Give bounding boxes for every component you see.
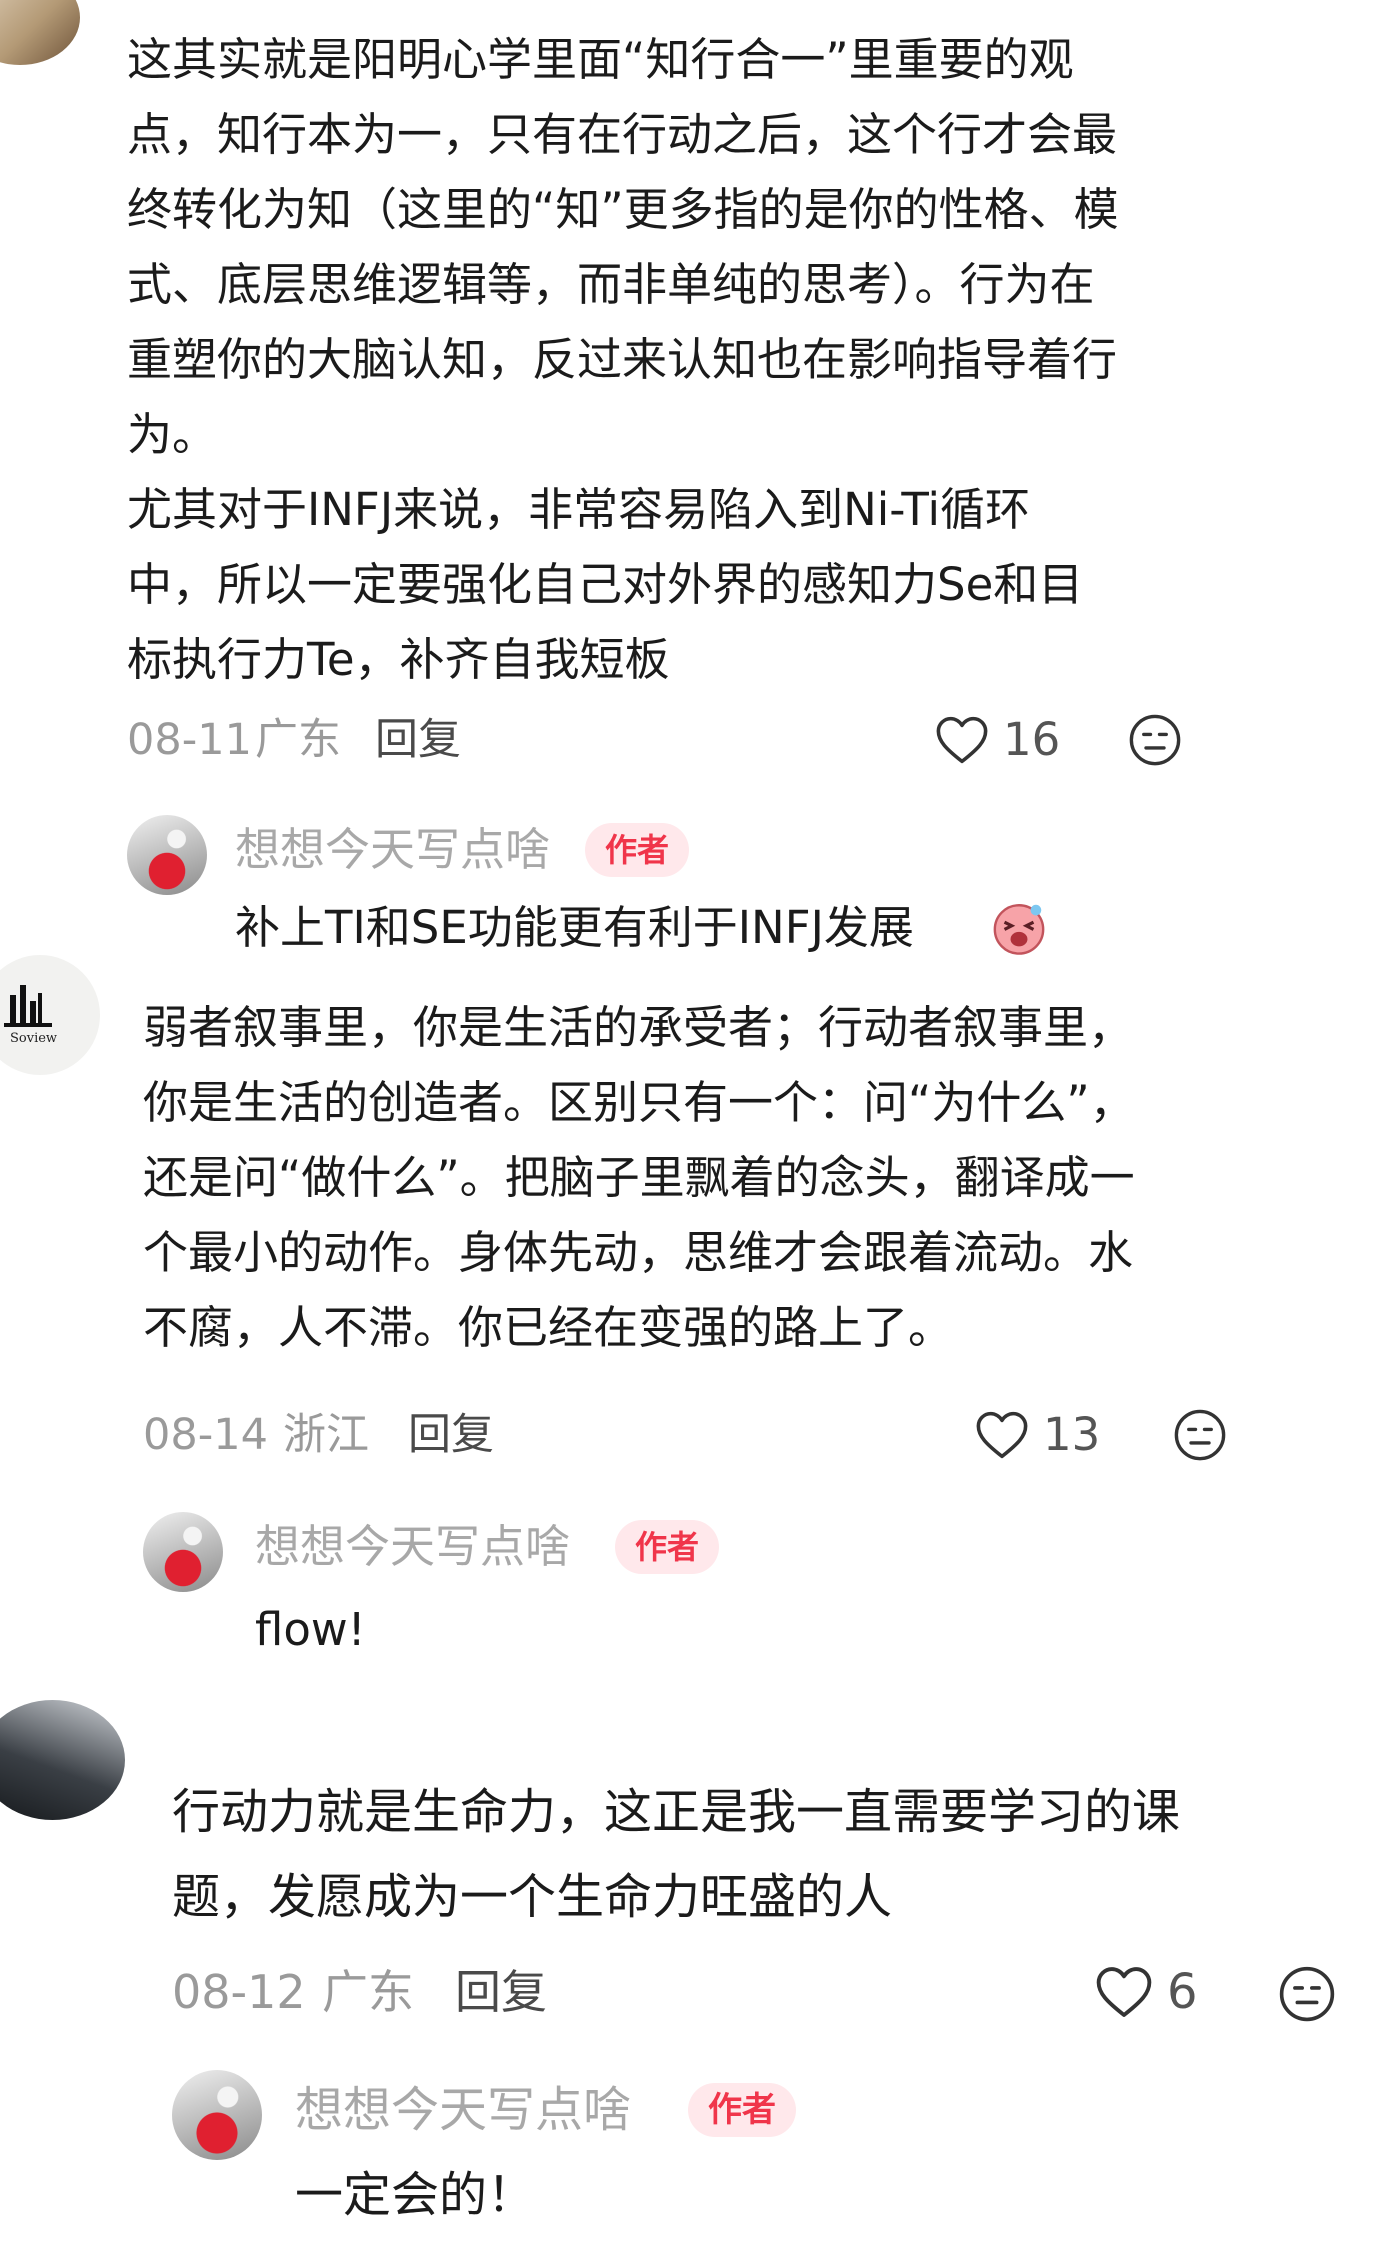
commenter-avatar[interactable] — [0, 0, 80, 65]
comment-text-line: 标执行力Te，补齐自我短板 — [127, 633, 670, 686]
comment-text-line: 点，知行本为一，只有在行动之后，这个行才会最 — [127, 108, 1118, 161]
comment-text-line: 尤其对于INFJ来说，非常容易陷入到Ni-Ti循环 — [127, 483, 1030, 536]
like-count: 6 — [1167, 1964, 1198, 2020]
comment-location: 浙江 — [283, 1410, 369, 1460]
avatar-logo-text: Soview — [10, 1031, 58, 1046]
comment-location: 广东 — [255, 715, 341, 765]
like-count: 16 — [1003, 713, 1061, 766]
reply-button[interactable]: 回复 — [375, 710, 461, 770]
neutral-face-icon[interactable] — [1173, 1408, 1227, 1462]
author-badge: 作者 — [585, 823, 690, 877]
author-avatar[interactable] — [172, 2070, 262, 2160]
comment-date: 08-14 — [143, 1410, 268, 1460]
comment-text-line: 题，发愿成为一个生命力旺盛的人 — [172, 1869, 893, 1925]
author-badge: 作者 — [615, 1520, 720, 1574]
reply-button[interactable]: 回复 — [455, 1962, 547, 2022]
comment-text-line: 终转化为知（这里的“知”更多指的是你的性格、模 — [127, 183, 1119, 236]
laughing-face-emoji-icon — [993, 904, 1045, 955]
author-name[interactable]: 想想今天写点啥 — [235, 820, 550, 880]
comment-text-line: 中，所以一定要强化自己对外界的感知力Se和目 — [127, 558, 1084, 611]
author-reply-text: flow! — [255, 1603, 366, 1656]
like-button[interactable]: 13 — [975, 1405, 1100, 1465]
comment-text-line: 这其实就是阳明心学里面“知行合一”里重要的观 — [127, 33, 1074, 86]
neutral-face-icon[interactable] — [1278, 1965, 1336, 2023]
comment-text-line: 行动力就是生命力，这正是我一直需要学习的课 — [172, 1784, 1181, 1840]
author-reply-text: 一定会的！ — [295, 2167, 536, 2223]
author-name[interactable]: 想想今天写点啥 — [295, 2080, 631, 2140]
comment-text-line: 不腐，人不滞。你已经在变强的路上了。 — [143, 1301, 954, 1354]
reply-button[interactable]: 回复 — [408, 1405, 494, 1465]
comment-text-line: 个最小的动作。身体先动，思维才会跟着流动。水 — [143, 1226, 1134, 1279]
author-avatar[interactable] — [143, 1512, 223, 1592]
comment-text-line: 弱者叙事里，你是生活的承受者；行动者叙事里， — [143, 1001, 1134, 1054]
comment-text-line: 你是生活的创造者。区别只有一个：问“为什么”， — [143, 1076, 1135, 1129]
comment-text-line: 式、底层思维逻辑等，而非单纯的思考）。行为在 — [127, 258, 1095, 311]
author-avatar[interactable] — [127, 815, 207, 895]
like-button[interactable]: 6 — [1095, 1962, 1198, 2022]
neutral-face-icon[interactable] — [1128, 713, 1182, 767]
comment-date: 08-11 — [127, 715, 252, 765]
heart-outline-icon — [1096, 1967, 1152, 2017]
like-button[interactable]: 16 — [935, 710, 1060, 770]
author-reply-text: 补上TI和SE功能更有利于INFJ发展 — [235, 901, 914, 954]
comment-text-line: 为。 — [127, 408, 218, 461]
comment-text-line: 还是问“做什么”。把脑子里飘着的念头，翻译成一 — [143, 1151, 1135, 1204]
author-name[interactable]: 想想今天写点啥 — [255, 1517, 570, 1577]
author-badge: 作者 — [688, 2083, 796, 2137]
heart-outline-icon — [936, 716, 988, 764]
commenter-avatar[interactable] — [0, 1700, 125, 1820]
like-count: 13 — [1043, 1408, 1101, 1461]
commenter-avatar[interactable]: Soview — [0, 955, 100, 1075]
comment-date: 08-12 — [172, 1965, 306, 2019]
heart-outline-icon — [976, 1411, 1028, 1459]
comment-location: 广东 — [322, 1965, 414, 2019]
logo-icon — [4, 985, 52, 1027]
comment-text-line: 重塑你的大脑认知，反过来认知也在影响指导着行 — [127, 333, 1118, 386]
